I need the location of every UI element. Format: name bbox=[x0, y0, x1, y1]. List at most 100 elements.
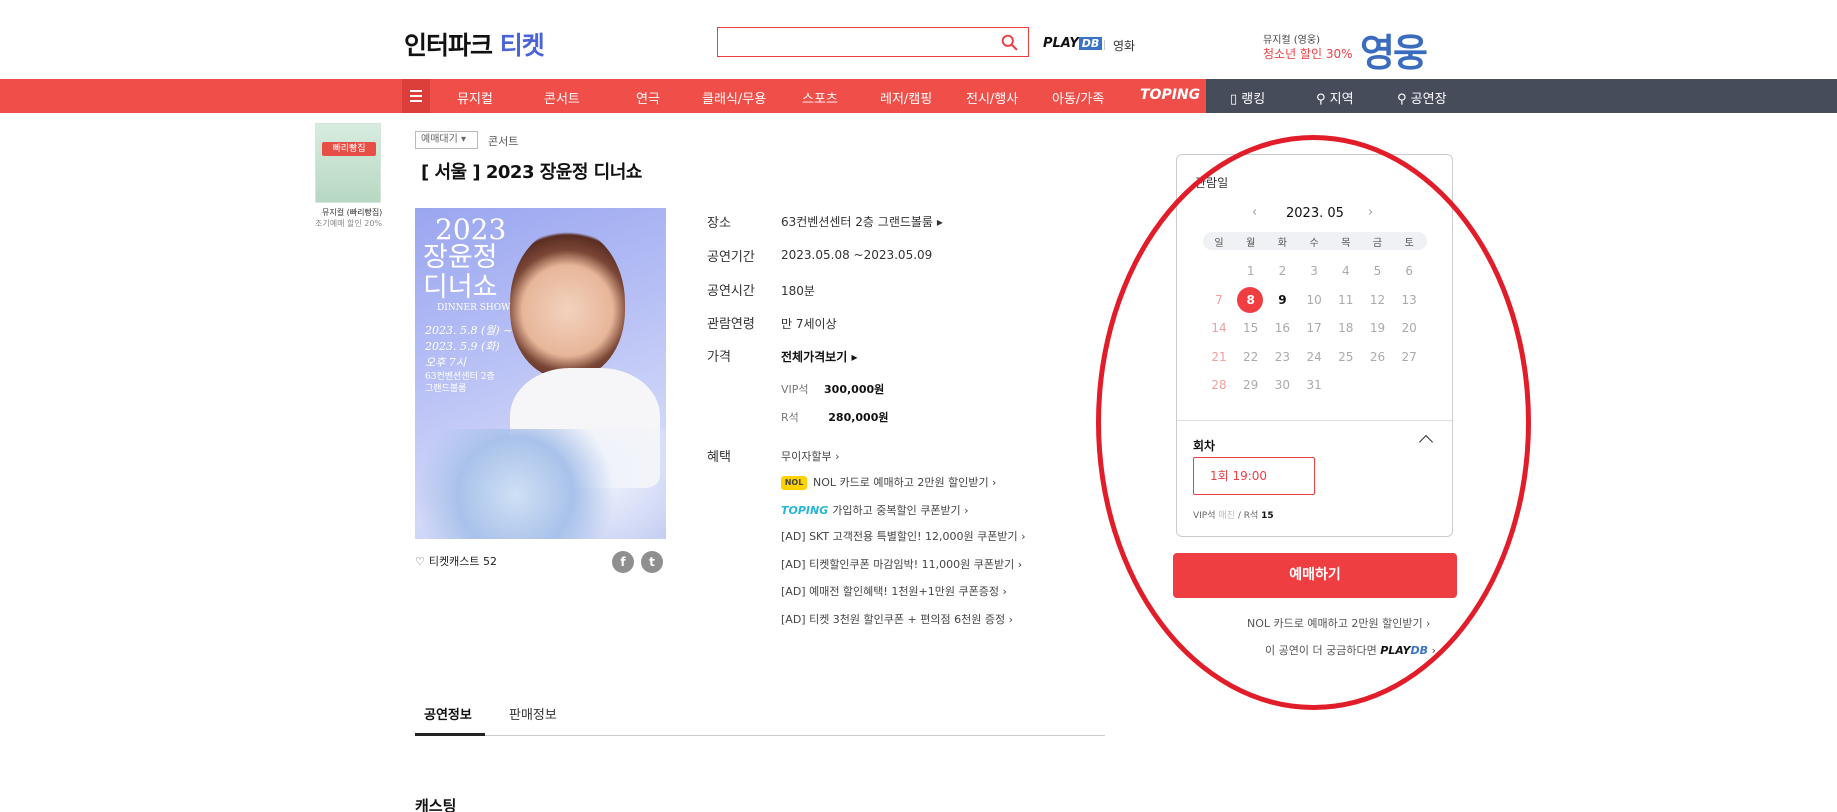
venue-link[interactable]: 63컨벤션센터 2층 그랜드볼룸 ▸ bbox=[781, 213, 943, 230]
benefit-toping[interactable]: TOPING 가입하고 중복할인 쿠폰받기 › bbox=[781, 502, 969, 518]
calendar-day: 21 bbox=[1211, 349, 1227, 364]
benefit-ad-coupon[interactable]: [AD] 티켓할인쿠폰 마감임박! 11,000원 쿠폰받기 › bbox=[781, 556, 1022, 572]
playdb-more-link[interactable]: 이 공연이 더 궁금하다면 PLAYDB › bbox=[1265, 642, 1436, 658]
seat-r-count: 15 bbox=[1261, 511, 1274, 521]
menu-button[interactable] bbox=[402, 79, 430, 113]
nav-item-kids[interactable]: 아동/가족 bbox=[1052, 88, 1104, 107]
search-input[interactable] bbox=[717, 27, 1029, 57]
benefit-nol-card[interactable]: NOL NOL 카드로 예매하고 2만원 할인받기 › bbox=[781, 474, 996, 490]
nav-item-exhibition[interactable]: 전시/행사 bbox=[966, 88, 1018, 107]
nav-item-play[interactable]: 연극 bbox=[636, 88, 660, 107]
poster-time: 오후 7시 bbox=[425, 356, 466, 369]
nav-item-region[interactable]: ⚲ 지역 bbox=[1316, 88, 1354, 107]
caret-right-icon: ▸ bbox=[851, 350, 858, 364]
poster-flowers bbox=[415, 429, 666, 539]
status-tag: 예매대기 ▾ bbox=[415, 131, 478, 149]
calendar-day: 3 bbox=[1310, 264, 1318, 278]
nav-item-concert[interactable]: 콘서트 bbox=[544, 88, 580, 107]
calendar-day: 4 bbox=[1341, 264, 1350, 278]
nav-item-toping[interactable]: TOPING bbox=[1140, 87, 1200, 103]
seat-r-label: R석 bbox=[1243, 511, 1259, 521]
period-value: 2023.05.08 ~2023.05.09 bbox=[781, 248, 933, 262]
round-option-button[interactable]: 1회 19:00 bbox=[1193, 457, 1315, 495]
nav-item-sports[interactable]: 스포츠 bbox=[802, 88, 838, 107]
nav-item-ranking[interactable]: ▯ 랭킹 bbox=[1230, 88, 1265, 107]
price-all-link[interactable]: 전체가격보기 ▸ bbox=[781, 348, 857, 365]
nav-ranking-label: 랭킹 bbox=[1241, 92, 1266, 107]
calendar-day: 13 bbox=[1401, 292, 1417, 307]
venue-label: 장소 bbox=[707, 216, 731, 231]
poster-venue1: 63컨벤션센터 2층 bbox=[425, 372, 495, 382]
benefit-text: NOL 카드로 예매하고 2만원 할인받기 bbox=[813, 476, 989, 489]
tab-sales-info[interactable]: 판매정보 bbox=[509, 704, 557, 723]
price-amount: 300,000원 bbox=[824, 383, 885, 396]
poster-name: 장윤정 디너쇼 bbox=[423, 243, 498, 303]
twitter-icon[interactable]: t bbox=[641, 551, 663, 573]
nav-venue-label: 공연장 bbox=[1410, 92, 1447, 107]
calendar-day: 12 bbox=[1369, 292, 1386, 307]
header-promo-discount[interactable]: 청소년 할인 30% bbox=[1263, 45, 1353, 62]
side-ad-title: 빠리빵집 bbox=[322, 142, 376, 156]
nav-region-label: 지역 bbox=[1329, 92, 1354, 107]
playdb-link[interactable]: PLAY DB bbox=[1043, 36, 1103, 51]
calendar-day: 5 bbox=[1373, 264, 1382, 278]
calendar-day: 22 bbox=[1243, 349, 1259, 364]
nol-badge-icon: NOL bbox=[781, 476, 807, 490]
next-month-icon[interactable]: › bbox=[1368, 205, 1373, 220]
calendar-day: 30 bbox=[1274, 378, 1291, 392]
calendar-day: 19 bbox=[1369, 321, 1386, 335]
nol-card-link[interactable]: NOL 카드로 예매하고 2만원 할인받기 › bbox=[1247, 615, 1430, 631]
calendar-day: 18 bbox=[1338, 321, 1354, 335]
playdb-logo-text: PLAY bbox=[1380, 644, 1411, 657]
ticketcast-like[interactable]: ♡ 티켓캐스트 52 bbox=[415, 553, 497, 569]
benefit-ad-prebook[interactable]: [AD] 예매전 할인혜택! 1천원+1만원 쿠폰증정 › bbox=[781, 583, 1007, 599]
price-grade: R석 bbox=[781, 411, 799, 424]
caret-down-icon: ▾ bbox=[461, 134, 467, 145]
book-button[interactable]: 예매하기 bbox=[1173, 553, 1457, 598]
benefit-text: 가입하고 중복할인 쿠폰받기 bbox=[832, 504, 961, 517]
benefit-ad-store[interactable]: [AD] 티켓 3천원 할인쿠폰 + 편의점 6천원 증정 › bbox=[781, 611, 1013, 627]
round-label: 회차 bbox=[1193, 439, 1216, 453]
nav-item-classic[interactable]: 클래식/무용 bbox=[702, 88, 766, 107]
prev-month-icon[interactable]: ‹ bbox=[1252, 205, 1257, 220]
nav-item-venue[interactable]: ⚲ 공연장 bbox=[1397, 88, 1447, 107]
seat-availability: VIP석 매진 / R석 15 bbox=[1193, 511, 1274, 521]
calendar-day: 15 bbox=[1243, 321, 1259, 335]
header-promo-title[interactable]: 뮤지컬 (영웅) bbox=[1263, 31, 1320, 46]
facebook-icon[interactable]: f bbox=[612, 551, 634, 573]
site-logo[interactable]: 인터파크 티켓 bbox=[404, 26, 545, 62]
calendar-day[interactable]: 9 bbox=[1266, 293, 1298, 307]
likes-count: 52 bbox=[482, 555, 497, 568]
nav-item-leisure[interactable]: 레저/캠핑 bbox=[880, 88, 932, 107]
weekday-label: 화 bbox=[1277, 238, 1287, 249]
calendar-day: 28 bbox=[1211, 378, 1227, 392]
header-promo-logo[interactable]: 영웅 bbox=[1360, 22, 1428, 77]
price-all-label: 전체가격보기 bbox=[781, 350, 848, 364]
poster-name-line2: 디너쇼 bbox=[423, 272, 498, 303]
benefit-text: [AD] 티켓 3천원 할인쿠폰 + 편의점 6천원 증정 bbox=[781, 613, 1006, 626]
booking-panel-title: 관람일 bbox=[1195, 176, 1229, 190]
playdb-logo-accent: DB bbox=[1410, 644, 1429, 657]
price-amount: 280,000원 bbox=[828, 411, 889, 424]
calendar-day: 16 bbox=[1274, 321, 1291, 335]
movie-link[interactable]: 영화 bbox=[1103, 37, 1135, 54]
duration-label: 공연시간 bbox=[707, 284, 755, 299]
weekday-label: 금 bbox=[1372, 238, 1383, 249]
search-icon[interactable] bbox=[1001, 34, 1018, 51]
benefit-label: 혜택 bbox=[707, 450, 731, 465]
tab-performance-info[interactable]: 공연정보 bbox=[424, 704, 472, 723]
calendar-day-selected[interactable]: 8 bbox=[1235, 293, 1267, 307]
benefit-installment[interactable]: 무이자할부 › bbox=[781, 448, 840, 464]
poster-dates: 2023. 5.8 (월) ~ 2023. 5.9 (화) 오후 7시 bbox=[425, 323, 512, 371]
side-ad-caption[interactable]: 뮤지컬 (빠리빵집) bbox=[322, 207, 382, 218]
status-tag-label: 예매대기 bbox=[421, 134, 458, 145]
nav-item-musical[interactable]: 뮤지컬 bbox=[457, 88, 493, 107]
benefit-text: 무이자할부 bbox=[781, 450, 832, 463]
side-ad-discount[interactable]: 조기예매 할인 20% bbox=[315, 218, 382, 229]
age-label: 관람연령 bbox=[707, 317, 755, 332]
side-ad-thumbnail[interactable]: 빠리빵집 bbox=[315, 123, 381, 203]
nav-bar-right bbox=[1206, 79, 1837, 113]
calendar-day: 7 bbox=[1215, 292, 1223, 307]
benefit-ad-skt[interactable]: [AD] SKT 고객전용 특별할인! 12,000원 쿠폰받기 › bbox=[781, 528, 1026, 544]
calendar-day: 23 bbox=[1274, 349, 1291, 364]
